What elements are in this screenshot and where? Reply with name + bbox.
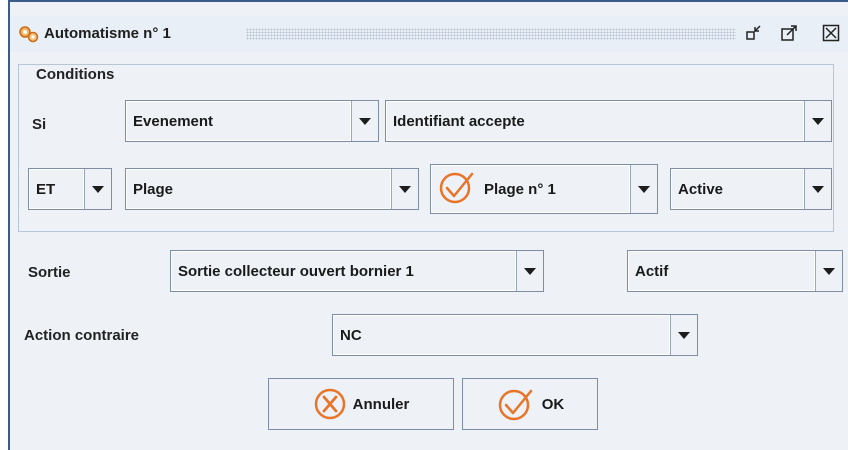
check-circle-icon xyxy=(438,169,476,209)
plage-select[interactable]: Plage n° 1 xyxy=(430,164,658,214)
action-contraire-label: Action contraire xyxy=(24,327,140,344)
conditions-group-title: Conditions xyxy=(32,66,119,83)
close-icon[interactable] xyxy=(822,24,840,42)
chevron-down-icon[interactable] xyxy=(516,251,543,291)
title-bar[interactable]: Automatisme n° 1 xyxy=(10,16,848,52)
plage-state-select[interactable]: Active xyxy=(670,168,832,210)
chevron-down-icon[interactable] xyxy=(804,101,831,141)
maximize-icon[interactable] xyxy=(780,24,798,42)
title-grip xyxy=(246,28,736,40)
output-select[interactable]: Sortie collecteur ouvert bornier 1 xyxy=(170,250,544,292)
operator-value: ET xyxy=(29,169,84,209)
chevron-down-icon[interactable] xyxy=(670,315,697,355)
output-state-select[interactable]: Actif xyxy=(627,250,843,292)
plage-state-value: Active xyxy=(671,169,804,209)
action-contraire-value: NC xyxy=(333,315,670,355)
plage-field: Plage n° 1 xyxy=(431,165,630,213)
condition-type-value: Evenement xyxy=(126,101,351,141)
condition-type-select[interactable]: Evenement xyxy=(125,100,379,142)
chevron-down-icon[interactable] xyxy=(815,251,842,291)
cancel-button[interactable]: Annuler xyxy=(268,378,454,430)
chevron-down-icon[interactable] xyxy=(351,101,378,141)
chevron-down-icon[interactable] xyxy=(391,169,418,209)
subject-value: Plage xyxy=(126,169,391,209)
event-select[interactable]: Identifiant accepte xyxy=(385,100,832,142)
minimize-icon[interactable] xyxy=(745,24,763,42)
chevron-down-icon[interactable] xyxy=(84,169,111,209)
window-title: Automatisme n° 1 xyxy=(44,25,171,42)
subject-select[interactable]: Plage xyxy=(125,168,419,210)
cancel-label: Annuler xyxy=(352,395,410,413)
chevron-down-icon[interactable] xyxy=(630,165,657,213)
output-value: Sortie collecteur ouvert bornier 1 xyxy=(171,251,516,291)
ok-button[interactable]: OK xyxy=(462,378,598,430)
chevron-down-icon[interactable] xyxy=(804,169,831,209)
cancel-icon xyxy=(313,387,347,421)
check-circle-icon xyxy=(496,386,536,422)
output-state-value: Actif xyxy=(628,251,815,291)
operator-select[interactable]: ET xyxy=(28,168,112,210)
event-value: Identifiant accepte xyxy=(386,101,804,141)
si-label: Si xyxy=(32,116,47,133)
plage-value: Plage n° 1 xyxy=(484,180,556,198)
dialog-window: Automatisme n° 1 Conditions Si Evenement xyxy=(8,0,848,450)
gears-icon xyxy=(18,25,40,43)
sortie-label: Sortie xyxy=(28,264,71,281)
action-contraire-select[interactable]: NC xyxy=(332,314,698,356)
ok-label: OK xyxy=(541,395,565,413)
